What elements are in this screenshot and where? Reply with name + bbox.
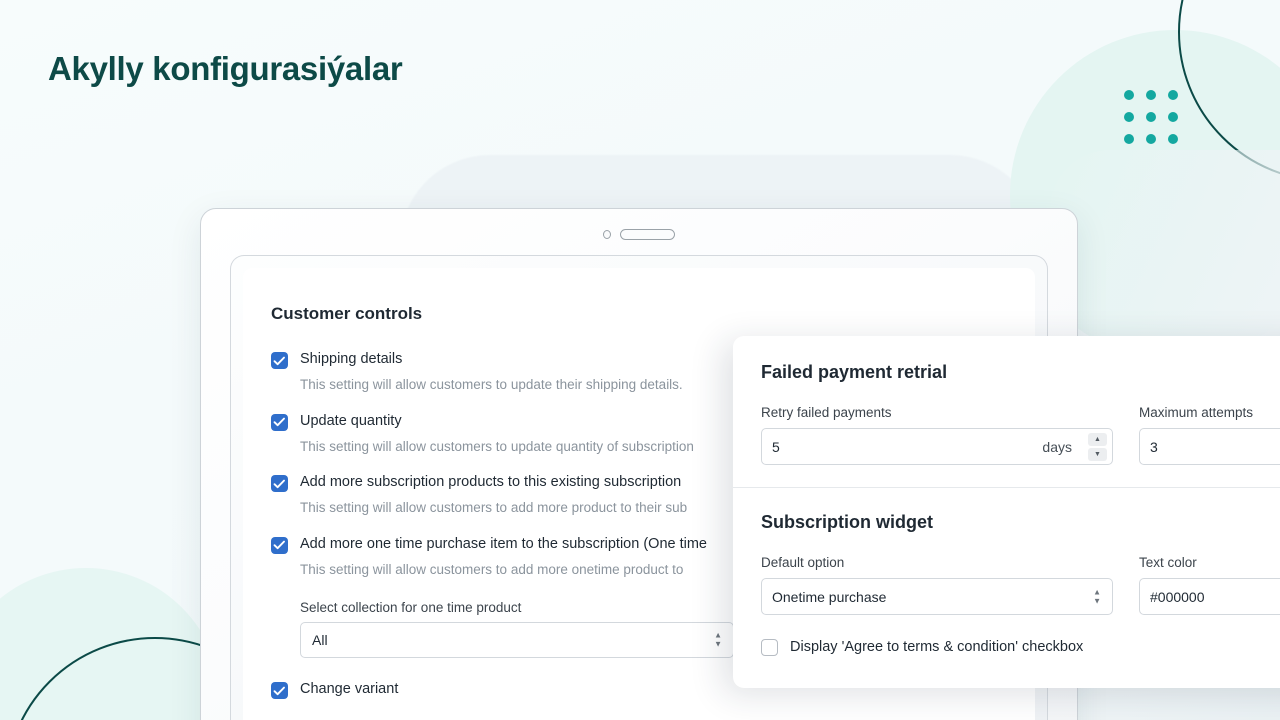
caret-up-icon[interactable]: ▲ bbox=[1088, 433, 1107, 446]
retry-failed-payments-group: Retry failed payments 5 days ▲ ▼ bbox=[761, 405, 1113, 465]
default-option-label: Default option bbox=[761, 555, 845, 570]
subscription-widget-section: Subscription widget Default option Oneti… bbox=[733, 488, 1280, 678]
text-color-group: Text color #000000 bbox=[1139, 555, 1280, 615]
collection-select[interactable]: All ▲ ▼ bbox=[300, 622, 734, 659]
terms-checkbox-label: Display 'Agree to terms & condition' che… bbox=[790, 638, 1084, 655]
section-title-widget: Subscription widget bbox=[761, 512, 934, 532]
maximum-attempts-group: Maximum attempts 3 bbox=[1139, 405, 1280, 465]
default-option-group: Default option Onetime purchase ▲ ▼ bbox=[761, 555, 1113, 615]
camera-icon bbox=[603, 230, 611, 239]
maximum-attempts-label: Maximum attempts bbox=[1139, 405, 1254, 420]
stepper-controls[interactable]: ▲ ▼ bbox=[1088, 433, 1107, 461]
retry-failed-payments-stepper[interactable]: 5 days ▲ ▼ bbox=[761, 428, 1113, 465]
caret-down-icon[interactable]: ▼ bbox=[1088, 448, 1107, 461]
retry-unit-suffix: days bbox=[1042, 438, 1072, 455]
collection-field-group: Select collection for one time product A… bbox=[300, 600, 734, 659]
default-option-value: Onetime purchase bbox=[772, 588, 887, 605]
maximum-attempts-input[interactable]: 3 bbox=[1139, 428, 1280, 465]
checkbox-shipping-details[interactable] bbox=[271, 352, 288, 369]
text-color-input[interactable]: #000000 bbox=[1139, 578, 1280, 615]
decorative-dot-grid-icon bbox=[1124, 90, 1178, 144]
checkbox-update-quantity[interactable] bbox=[271, 413, 288, 431]
maximum-attempts-value: 3 bbox=[1150, 438, 1158, 455]
retry-failed-payments-label: Retry failed payments bbox=[761, 405, 892, 420]
page-title: Akylly konfigurasiýalar bbox=[48, 50, 403, 87]
checkbox-add-subscription-products[interactable] bbox=[271, 475, 288, 493]
setting-label: Change variant bbox=[300, 681, 399, 698]
updown-chevron-icon: ▲ ▼ bbox=[1093, 587, 1101, 605]
checkbox-add-one-time-purchase[interactable] bbox=[271, 536, 288, 554]
speaker-grille-icon bbox=[620, 229, 675, 240]
setting-label: Add more one time purchase item to the s… bbox=[300, 535, 707, 552]
updown-chevron-icon: ▲ ▼ bbox=[714, 630, 722, 649]
setting-label: Shipping details bbox=[300, 351, 403, 367]
settings-overlay-panel: Failed payment retrial Retry failed paym… bbox=[733, 336, 1280, 688]
default-option-select[interactable]: Onetime purchase ▲ ▼ bbox=[761, 578, 1113, 615]
terms-checkbox-row: Display 'Agree to terms & condition' che… bbox=[761, 637, 1280, 656]
device-camera-assembly bbox=[603, 229, 675, 240]
text-color-label: Text color bbox=[1139, 555, 1197, 570]
card-title: Customer controls bbox=[271, 304, 423, 323]
retry-failed-payments-value: 5 bbox=[772, 438, 780, 455]
setting-label: Update quantity bbox=[300, 412, 402, 429]
section-title-retrial: Failed payment retrial bbox=[761, 362, 948, 382]
collection-select-value: All bbox=[312, 632, 328, 649]
checkbox-display-terms[interactable] bbox=[761, 639, 778, 656]
setting-label: Add more subscription products to this e… bbox=[300, 474, 682, 491]
checkbox-change-variant[interactable] bbox=[271, 682, 288, 700]
collection-field-label: Select collection for one time product bbox=[300, 600, 522, 616]
text-color-value: #000000 bbox=[1150, 588, 1205, 605]
failed-payment-retrial-section: Failed payment retrial Retry failed paym… bbox=[733, 336, 1280, 487]
